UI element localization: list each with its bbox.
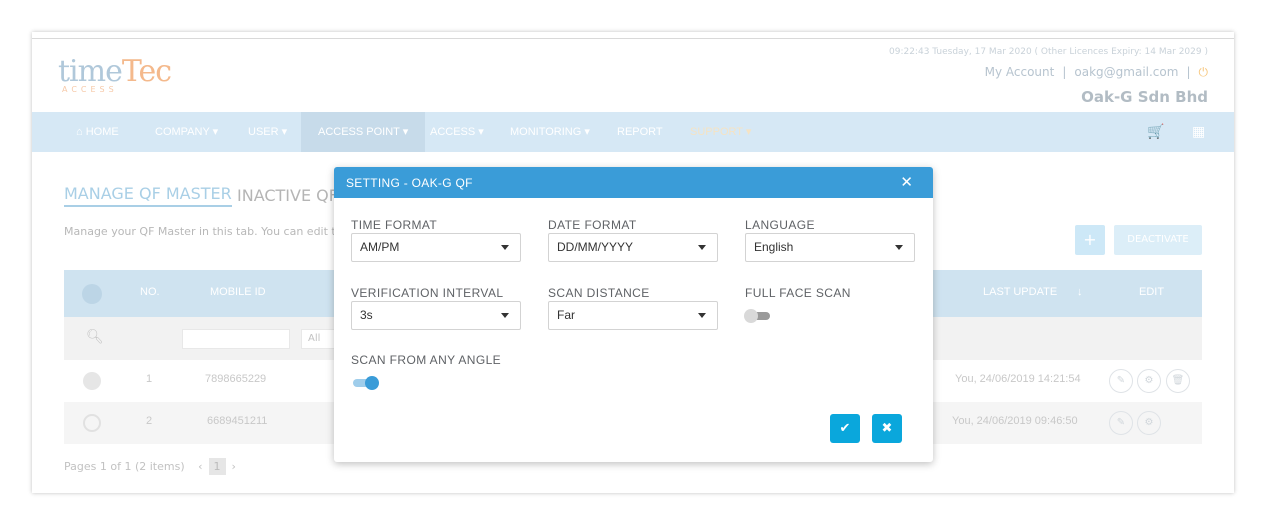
mobile-id-filter-input[interactable] (182, 329, 290, 349)
logo-subtitle: ACCESS (62, 85, 118, 94)
chevron-down-icon (895, 245, 903, 250)
toggle-knob (365, 376, 379, 390)
logo-text-time: time (58, 54, 123, 89)
filter-all-select[interactable]: All (301, 329, 335, 349)
add-button[interactable]: + (1075, 225, 1105, 255)
cell-last-update: You, 24/06/2019 09:46:50 (952, 415, 1078, 427)
tab-manage-qf-master[interactable]: MANAGE QF MASTER (64, 184, 232, 207)
settings-modal: SETTING - OAK-G QF ✕ TIME FORMAT AM/PM D… (334, 167, 933, 462)
power-icon[interactable]: ⏻ (1199, 65, 1209, 79)
cell-no: 2 (146, 415, 153, 427)
apps-grid-icon[interactable]: ▦ (1192, 124, 1205, 140)
nav-access-point[interactable]: ACCESS POINT ▾ (301, 112, 426, 152)
account-bar: My Account | oakg@gmail.com | ⏻ (985, 65, 1208, 80)
settings-gear-icon[interactable]: ⚙ (1137, 411, 1161, 435)
confirm-button[interactable]: ✔ (830, 414, 860, 443)
separator: | (1062, 65, 1067, 79)
page-description: Manage your QF Master in this tab. You c… (64, 225, 350, 238)
nav-home[interactable]: ⌂ HOME (76, 112, 119, 152)
nav-report[interactable]: REPORT (617, 112, 663, 152)
email-link[interactable]: oakg@gmail.com (1074, 65, 1178, 79)
verification-interval-select[interactable]: 3s (351, 301, 521, 330)
col-no: NO. (140, 286, 160, 298)
date-format-select[interactable]: DD/MM/YYYY (548, 233, 718, 262)
nav-support[interactable]: SUPPORT ▾ (690, 112, 751, 152)
edit-pencil-icon[interactable]: ✎ (1109, 411, 1133, 435)
col-last-update[interactable]: LAST UPDATE (983, 286, 1057, 298)
modal-title: SETTING - OAK-G QF (346, 176, 473, 190)
date-format-value: DD/MM/YYYY (557, 240, 634, 254)
nav-company[interactable]: COMPANY ▾ (155, 112, 218, 152)
nav-access[interactable]: ACCESS ▾ (430, 112, 484, 152)
nav-user[interactable]: USER ▾ (248, 112, 287, 152)
separator: | (1186, 65, 1191, 79)
pager-page-1[interactable]: 1 (208, 458, 226, 475)
pager-next[interactable]: › (232, 460, 236, 473)
edit-pencil-icon[interactable]: ✎ (1109, 369, 1133, 393)
tab-inactive-qf[interactable]: INACTIVE QF (237, 186, 338, 205)
select-all-checkbox[interactable] (82, 284, 102, 304)
company-name: Oak-G Sdn Bhd (1081, 88, 1208, 106)
cancel-button[interactable]: ✖ (872, 414, 902, 443)
cell-mobile-id: 6689451211 (207, 415, 268, 427)
cell-last-update: You, 24/06/2019 14:21:54 (955, 373, 1081, 385)
language-label: LANGUAGE (745, 218, 815, 232)
modal-header: SETTING - OAK-G QF ✕ (334, 167, 933, 198)
delete-trash-icon[interactable]: 🗑︎ (1166, 369, 1190, 393)
cart-icon[interactable]: 🛒 (1147, 124, 1164, 140)
date-format-label: DATE FORMAT (548, 218, 637, 232)
search-icon: 🔍︎ (86, 329, 104, 345)
col-edit: EDIT (1139, 286, 1165, 298)
row-checkbox[interactable] (83, 372, 101, 390)
time-format-select[interactable]: AM/PM (351, 233, 521, 262)
deactivate-button[interactable]: DEACTIVATE (1114, 225, 1202, 255)
language-value: English (754, 240, 794, 254)
pagination: Pages 1 of 1 (2 items) ‹ 1 › (64, 458, 236, 475)
main-nav: ⌂ HOME COMPANY ▾ USER ▾ ACCESS POINT ▾ A… (32, 112, 1234, 152)
cell-mobile-id: 7898665229 (205, 373, 267, 385)
pager-prev[interactable]: ‹ (198, 460, 202, 473)
top-divider (32, 38, 1234, 39)
chevron-down-icon (501, 245, 509, 250)
timetec-logo[interactable]: timeTec (58, 54, 172, 89)
toggle-knob (744, 309, 758, 323)
chevron-down-icon (698, 313, 706, 318)
sort-icon[interactable]: ↓ (1077, 286, 1083, 298)
scan-any-angle-label: SCAN FROM ANY ANGLE (351, 353, 502, 367)
settings-gear-icon[interactable]: ⚙ (1137, 369, 1161, 393)
close-icon[interactable]: ✕ (900, 173, 913, 191)
scan-distance-value: Far (557, 308, 575, 322)
full-face-scan-label: FULL FACE SCAN (745, 286, 851, 300)
logo-text-tec: Tec (121, 54, 172, 89)
nav-monitoring[interactable]: MONITORING ▾ (510, 112, 590, 152)
datetime-license: 09:22:43 Tuesday, 17 Mar 2020 ( Other Li… (889, 47, 1208, 57)
cell-no: 1 (146, 373, 153, 385)
verification-interval-value: 3s (360, 308, 373, 322)
row-disabled-icon (83, 414, 101, 432)
verification-interval-label: VERIFICATION INTERVAL (351, 286, 504, 300)
col-mobile-id[interactable]: MOBILE ID (210, 286, 266, 298)
pager-summary: Pages 1 of 1 (2 items) (64, 460, 185, 473)
language-select[interactable]: English (745, 233, 915, 262)
chevron-down-icon (501, 313, 509, 318)
chevron-down-icon (698, 245, 706, 250)
time-format-value: AM/PM (360, 240, 400, 254)
scan-distance-select[interactable]: Far (548, 301, 718, 330)
time-format-label: TIME FORMAT (351, 218, 438, 232)
my-account-link[interactable]: My Account (985, 65, 1055, 79)
scan-distance-label: SCAN DISTANCE (548, 286, 650, 300)
full-face-scan-toggle[interactable] (744, 308, 772, 324)
scan-any-angle-toggle[interactable] (351, 375, 379, 391)
